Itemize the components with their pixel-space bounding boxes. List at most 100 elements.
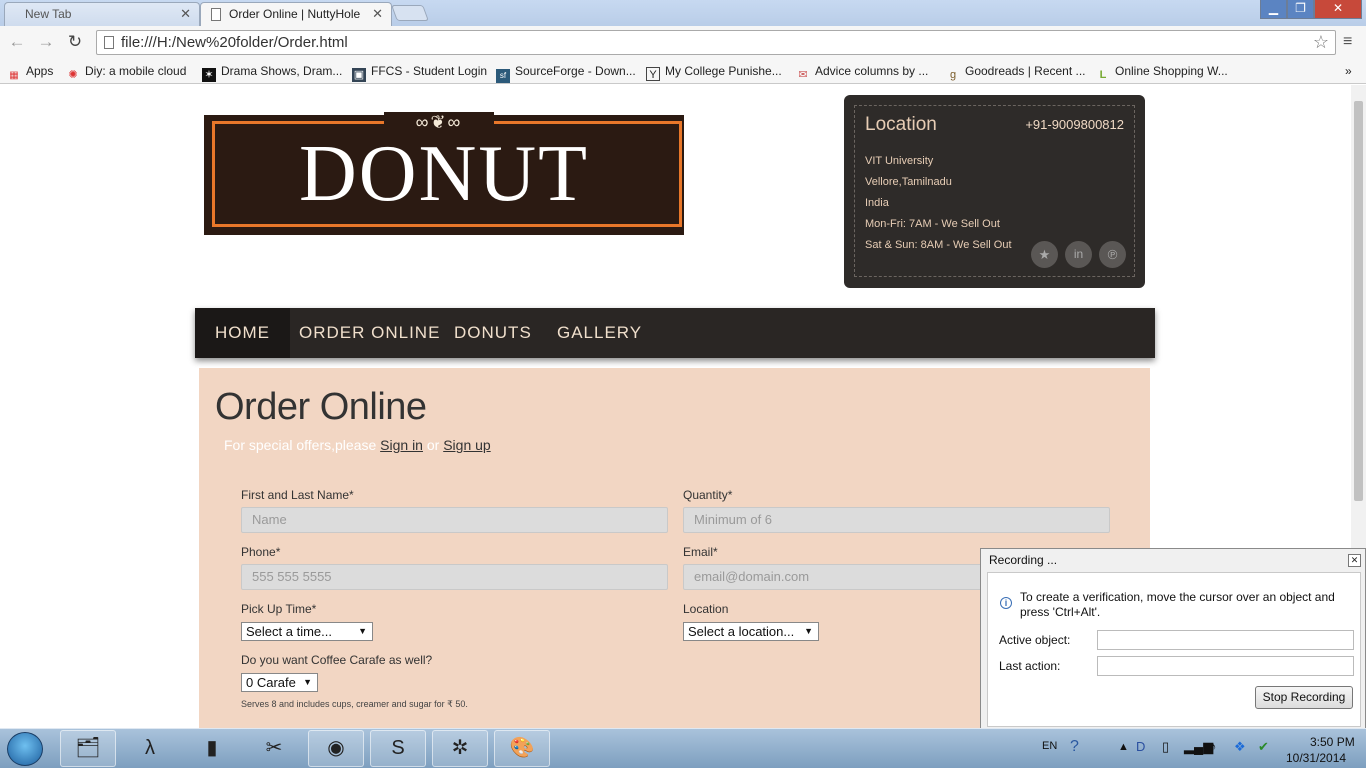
tray-arrow-icon[interactable]: ▲ bbox=[1118, 741, 1129, 753]
signal-icon[interactable]: ▂▄▆ bbox=[1184, 739, 1213, 755]
tray-app-icon[interactable]: D bbox=[1136, 739, 1145, 754]
language-indicator[interactable]: EN bbox=[1042, 740, 1057, 752]
dialog-message: To create a verification, move the curso… bbox=[1020, 590, 1335, 619]
tab-strip: New Tab ✕ Order Online | NuttyHole ✕ ▁ ❐… bbox=[0, 0, 1366, 26]
ffcs-icon: ▣ bbox=[352, 68, 366, 82]
location-box: Location +91-9009800812 VIT University V… bbox=[844, 95, 1145, 288]
address-bar[interactable]: file:///H:/New%20folder/Order.html ☆ bbox=[96, 30, 1336, 55]
recorder-icon[interactable]: ✲ bbox=[432, 730, 488, 767]
explorer-icon[interactable]: 🗂 bbox=[60, 730, 116, 767]
hours-line: Mon-Fri: 7AM - We Sell Out bbox=[865, 218, 1000, 230]
back-icon[interactable]: ← bbox=[7, 32, 27, 52]
bookmark-ffcs[interactable]: ▣ FFCS - Student Login bbox=[352, 63, 487, 82]
yahoo-icon: Y bbox=[646, 67, 660, 81]
pickup-label: Pick Up Time* bbox=[241, 602, 317, 616]
dropbox-icon[interactable]: ❖ bbox=[1234, 739, 1246, 755]
close-icon[interactable]: ✕ bbox=[180, 3, 191, 25]
pinterest-icon[interactable]: ℗ bbox=[1099, 241, 1126, 268]
chrome-icon[interactable]: ◉ bbox=[308, 730, 364, 767]
active-object-label: Active object: bbox=[999, 633, 1071, 647]
skype-icon[interactable]: S bbox=[370, 730, 426, 767]
logo-text: DONUT BAR bbox=[299, 130, 589, 308]
phone-number: +91-9009800812 bbox=[1025, 117, 1124, 132]
location-select[interactable]: Select a location... ▼ bbox=[683, 622, 819, 641]
system-tray: EN ? ▲ D ▯ ▂▄▆ ♪ ❖ ✔ 3:50 PM 10/31/2014 bbox=[1040, 729, 1366, 768]
linkedin-icon[interactable]: in bbox=[1065, 241, 1092, 268]
bookmark-apps[interactable]: ▦ Apps bbox=[7, 63, 53, 83]
carafe-select[interactable]: 0 Carafe ▼ bbox=[241, 673, 318, 692]
forward-icon[interactable]: → bbox=[36, 32, 56, 52]
bookmark-star-icon[interactable]: ☆ bbox=[1313, 32, 1329, 53]
app-icon[interactable]: λ bbox=[122, 730, 178, 767]
dialog-body: i To create a verification, move the cur… bbox=[987, 572, 1361, 727]
door-icon[interactable]: ▮ bbox=[184, 730, 240, 767]
last-action-field[interactable] bbox=[1097, 656, 1354, 676]
volume-icon[interactable]: ♪ bbox=[1210, 739, 1217, 754]
advice-icon: ✉ bbox=[798, 69, 808, 81]
nav-home[interactable]: HOME bbox=[195, 308, 290, 358]
paint-icon[interactable]: 🎨 bbox=[494, 730, 550, 767]
reload-icon[interactable]: ↻ bbox=[65, 32, 85, 52]
carafe-note: Serves 8 and includes cups, creamer and … bbox=[241, 699, 468, 709]
battery-icon[interactable]: ▯ bbox=[1162, 739, 1169, 755]
bookmark-goodreads[interactable]: g Goodreads | Recent ... bbox=[946, 63, 1086, 82]
clock-time[interactable]: 3:50 PM bbox=[1310, 735, 1355, 749]
close-window-button[interactable]: ✕ bbox=[1314, 0, 1362, 19]
sign-up-link[interactable]: Sign up bbox=[443, 437, 490, 453]
help-icon[interactable]: ? bbox=[1070, 738, 1079, 756]
tab-title: Order Online | NuttyHole bbox=[229, 7, 361, 21]
tab-order-online[interactable]: Order Online | NuttyHole ✕ bbox=[200, 2, 392, 26]
bookmark-sourceforge[interactable]: sf SourceForge - Down... bbox=[496, 63, 636, 83]
start-button[interactable] bbox=[7, 732, 43, 766]
sourceforge-icon: sf bbox=[496, 69, 510, 83]
bookmarks-bar: ▦ Apps ✺ Diy: a mobile cloud ✶ Drama Shows,… bbox=[0, 59, 1366, 84]
location-heading: Location bbox=[865, 114, 937, 135]
name-input[interactable]: Name bbox=[241, 507, 668, 533]
menu-icon[interactable]: ≡ bbox=[1343, 33, 1352, 51]
maximize-button[interactable]: ❐ bbox=[1287, 0, 1314, 19]
bookmark-diy[interactable]: ✺ Diy: a mobile cloud bbox=[66, 63, 186, 82]
stop-recording-button[interactable]: Stop Recording bbox=[1255, 686, 1353, 709]
page-icon bbox=[104, 36, 114, 49]
last-action-label: Last action: bbox=[999, 659, 1061, 673]
goodreads-icon: g bbox=[949, 69, 957, 81]
bookmark-college[interactable]: Y My College Punishe... bbox=[646, 63, 782, 81]
star-icon: ✶ bbox=[202, 68, 216, 82]
hours-line: Sat & Sun: 8AM - We Sell Out bbox=[865, 239, 1012, 251]
info-icon: i bbox=[1000, 597, 1012, 609]
page-title: Order Online bbox=[215, 386, 427, 428]
taskbar: 🗂 λ ▮ ✂ ◉ S ✲ 🎨 EN ? ▲ D ▯ ▂▄▆ ♪ ❖ ✔ 3:5… bbox=[0, 728, 1366, 768]
l-icon: L bbox=[1099, 69, 1107, 81]
tab-new-tab[interactable]: New Tab ✕ bbox=[4, 2, 200, 26]
page-icon bbox=[211, 8, 221, 21]
close-icon[interactable]: ✕ bbox=[1348, 554, 1361, 567]
scrollbar-thumb[interactable] bbox=[1354, 101, 1363, 501]
logo[interactable]: ∞❦∞ DONUT BAR bbox=[204, 112, 684, 308]
star-social-icon[interactable]: ★ bbox=[1031, 241, 1058, 268]
url-text: file:///H:/New%20folder/Order.html bbox=[121, 34, 348, 51]
dropdown-arrow-icon: ▼ bbox=[303, 677, 312, 687]
address-line: Vellore,Tamilnadu bbox=[865, 176, 952, 188]
location-label: Location bbox=[683, 602, 729, 616]
sign-in-link[interactable]: Sign in bbox=[380, 437, 423, 453]
clock-date[interactable]: 10/31/2014 bbox=[1286, 751, 1346, 765]
quantity-label: Quantity* bbox=[683, 488, 733, 502]
location-inner: Location +91-9009800812 VIT University V… bbox=[854, 105, 1135, 277]
bookmark-advice[interactable]: ✉ Advice columns by ... bbox=[796, 63, 928, 82]
name-label: First and Last Name* bbox=[241, 488, 354, 502]
nav-gallery[interactable]: GALLERY bbox=[537, 308, 662, 358]
dropdown-arrow-icon: ▼ bbox=[358, 626, 367, 636]
pickup-time-select[interactable]: Select a time... ▼ bbox=[241, 622, 373, 641]
minimize-button[interactable]: ▁ bbox=[1260, 0, 1287, 19]
bookmark-drama[interactable]: ✶ Drama Shows, Dram... bbox=[202, 63, 342, 82]
phone-input[interactable]: 555 555 5555 bbox=[241, 564, 668, 590]
snipping-tool-icon[interactable]: ✂ bbox=[246, 730, 302, 767]
active-object-field[interactable] bbox=[1097, 630, 1354, 650]
quantity-input[interactable]: Minimum of 6 bbox=[683, 507, 1110, 533]
bookmark-online-shopping[interactable]: L Online Shopping W... bbox=[1096, 63, 1228, 82]
more-bookmarks-icon[interactable]: » bbox=[1345, 63, 1352, 79]
new-tab-button[interactable] bbox=[391, 5, 429, 21]
checkmark-icon[interactable]: ✔ bbox=[1258, 739, 1269, 755]
nav-donuts[interactable]: DONUTS bbox=[434, 308, 552, 358]
close-icon[interactable]: ✕ bbox=[372, 3, 383, 25]
